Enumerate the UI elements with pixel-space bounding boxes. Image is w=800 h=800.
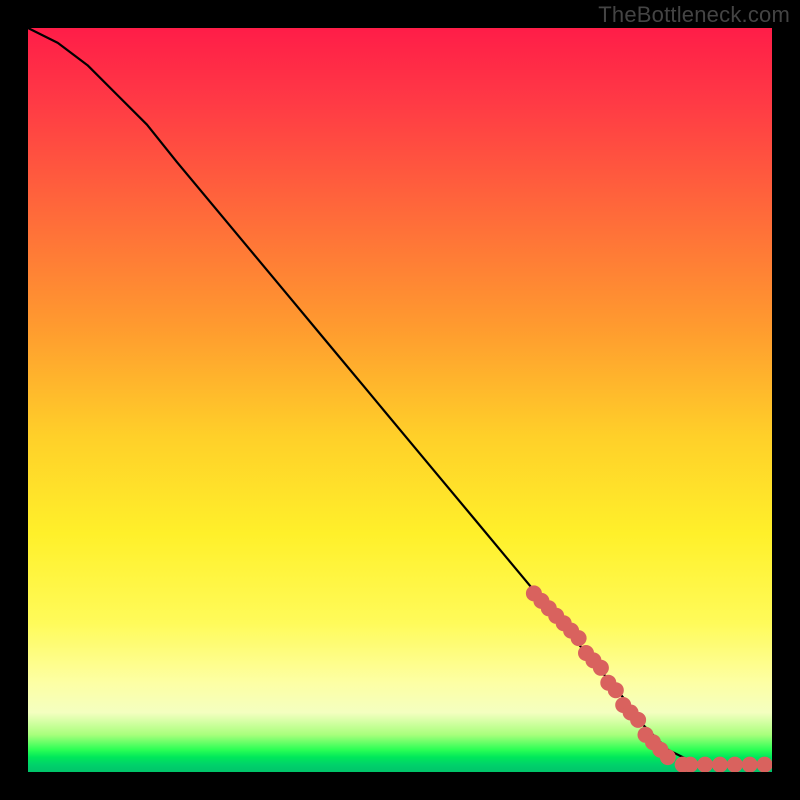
marker-dot <box>660 749 676 765</box>
marker-dots <box>526 585 772 772</box>
watermark-text: TheBottleneck.com <box>598 2 790 28</box>
marker-dot <box>593 660 609 676</box>
marker-dot <box>727 757 743 772</box>
curve-svg <box>28 28 772 772</box>
marker-dot <box>571 630 587 646</box>
marker-dot <box>757 757 772 772</box>
marker-dot <box>742 757 758 772</box>
marker-dot <box>712 757 728 772</box>
main-curve <box>28 28 772 765</box>
plot-area <box>28 28 772 772</box>
marker-dot <box>630 712 646 728</box>
marker-dot <box>682 757 698 772</box>
chart-frame: TheBottleneck.com <box>0 0 800 800</box>
marker-dot <box>697 757 713 772</box>
marker-dot <box>608 682 624 698</box>
